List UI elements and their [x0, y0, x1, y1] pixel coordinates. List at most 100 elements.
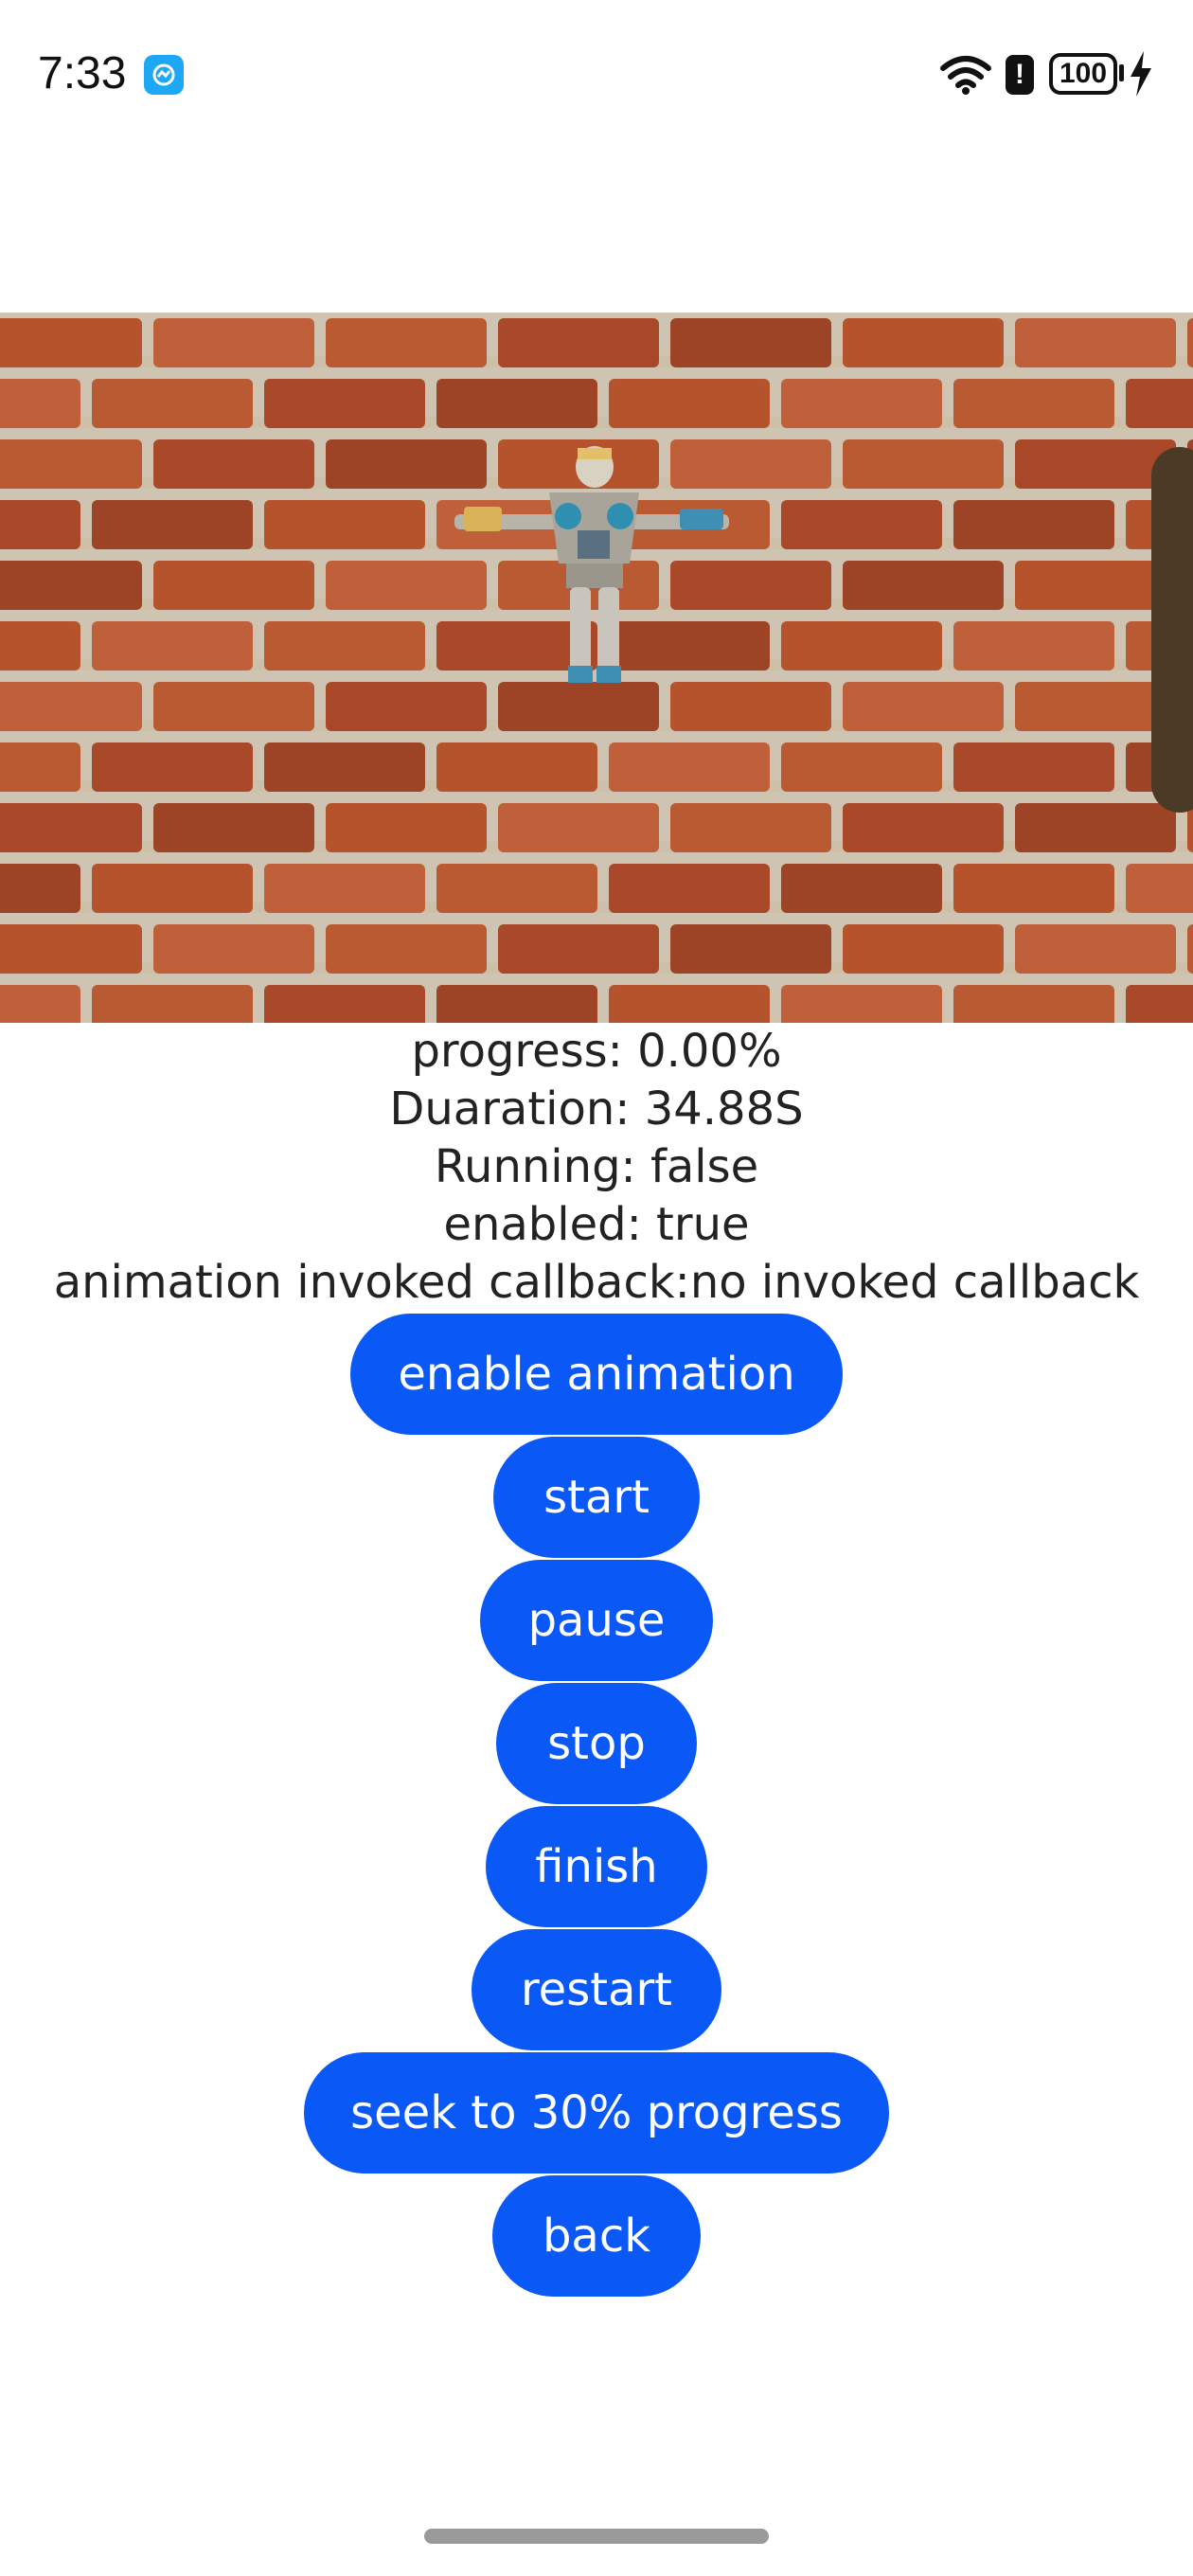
- brick: [953, 985, 1114, 1023]
- brick: [326, 924, 487, 974]
- brick: [843, 318, 1004, 367]
- brick: [0, 439, 142, 489]
- brick: [498, 318, 659, 367]
- scene-view[interactable]: [0, 313, 1193, 1023]
- brick: [0, 561, 142, 610]
- brick: [153, 318, 314, 367]
- brick: [609, 985, 770, 1023]
- brick: [153, 682, 314, 731]
- start-button[interactable]: start: [493, 1437, 700, 1558]
- brick: [0, 742, 80, 792]
- brick: [1187, 318, 1193, 367]
- brick: [92, 621, 253, 671]
- brick: [609, 864, 770, 913]
- brick: [436, 742, 597, 792]
- brick: [153, 803, 314, 852]
- brick: [0, 379, 80, 428]
- brick: [0, 500, 80, 549]
- brick: [1015, 803, 1176, 852]
- brick: [781, 742, 942, 792]
- brick: [264, 621, 425, 671]
- stop-button[interactable]: stop: [496, 1683, 697, 1804]
- brick: [781, 500, 942, 549]
- brick: [1187, 924, 1193, 974]
- brick: [953, 500, 1114, 549]
- brick: [498, 803, 659, 852]
- home-indicator[interactable]: [424, 2529, 769, 2544]
- brick: [264, 742, 425, 792]
- brick: [264, 379, 425, 428]
- animation-info: progress: 0.00% Duaration: 34.88S Runnin…: [0, 1023, 1193, 1312]
- battery-tip: [1119, 64, 1124, 81]
- brick: [670, 803, 831, 852]
- brick: [843, 924, 1004, 974]
- brick: [0, 864, 80, 913]
- brick: [436, 864, 597, 913]
- brick: [843, 561, 1004, 610]
- running-text: Running: false: [434, 1140, 759, 1193]
- brick: [670, 924, 831, 974]
- callback-text: animation invoked callback:no invoked ca…: [53, 1256, 1140, 1309]
- brick: [609, 379, 770, 428]
- alert-icon: !: [1006, 55, 1034, 95]
- brick: [264, 864, 425, 913]
- duration-text: Duaration: 34.88S: [389, 1082, 804, 1136]
- brick: [781, 621, 942, 671]
- brick: [0, 803, 142, 852]
- brick: [92, 742, 253, 792]
- brick: [436, 985, 597, 1023]
- brick: [498, 924, 659, 974]
- finish-button[interactable]: finish: [486, 1806, 707, 1927]
- enabled-text: enabled: true: [443, 1198, 750, 1251]
- brick: [953, 621, 1114, 671]
- brick: [1126, 379, 1193, 428]
- wifi-icon: [939, 53, 992, 98]
- brick: [1015, 924, 1176, 974]
- status-time: 7:33: [38, 48, 127, 98]
- brick: [781, 379, 942, 428]
- brick: [153, 561, 314, 610]
- brick: [1126, 985, 1193, 1023]
- brick: [326, 803, 487, 852]
- brick: [1015, 318, 1176, 367]
- side-panel-handle[interactable]: [1151, 447, 1193, 813]
- brick: [0, 682, 142, 731]
- brick: [843, 439, 1004, 489]
- brick: [670, 318, 831, 367]
- brick: [609, 742, 770, 792]
- brick: [264, 985, 425, 1023]
- status-bar: 7:33 ! 100: [0, 0, 1193, 152]
- battery-icon: 100: [1049, 53, 1117, 95]
- brick: [0, 924, 142, 974]
- brick: [953, 742, 1114, 792]
- enable-animation-button[interactable]: enable animation: [350, 1314, 843, 1435]
- brick: [0, 318, 142, 367]
- brick: [92, 379, 253, 428]
- brick: [92, 500, 253, 549]
- pause-button[interactable]: pause: [480, 1560, 713, 1681]
- battery-level: 100: [1059, 58, 1108, 89]
- brick: [92, 985, 253, 1023]
- brick: [781, 985, 942, 1023]
- seek-button[interactable]: seek to 30% progress: [304, 2052, 889, 2174]
- brick: [843, 803, 1004, 852]
- brick: [953, 379, 1114, 428]
- brick: [326, 318, 487, 367]
- brick: [843, 682, 1004, 731]
- brick: [0, 985, 80, 1023]
- brick: [0, 621, 80, 671]
- back-button[interactable]: back: [492, 2175, 701, 2297]
- brick: [153, 924, 314, 974]
- brick: [153, 439, 314, 489]
- brick: [92, 864, 253, 913]
- brick: [1126, 864, 1193, 913]
- brick: [781, 864, 942, 913]
- brick: [436, 379, 597, 428]
- progress-text: progress: 0.00%: [411, 1025, 782, 1078]
- restart-button[interactable]: restart: [472, 1929, 721, 2050]
- brick: [953, 864, 1114, 913]
- robot-model-icon: [454, 446, 729, 683]
- app-notification-icon: [144, 55, 184, 95]
- charging-icon: [1129, 51, 1153, 100]
- brick: [264, 500, 425, 549]
